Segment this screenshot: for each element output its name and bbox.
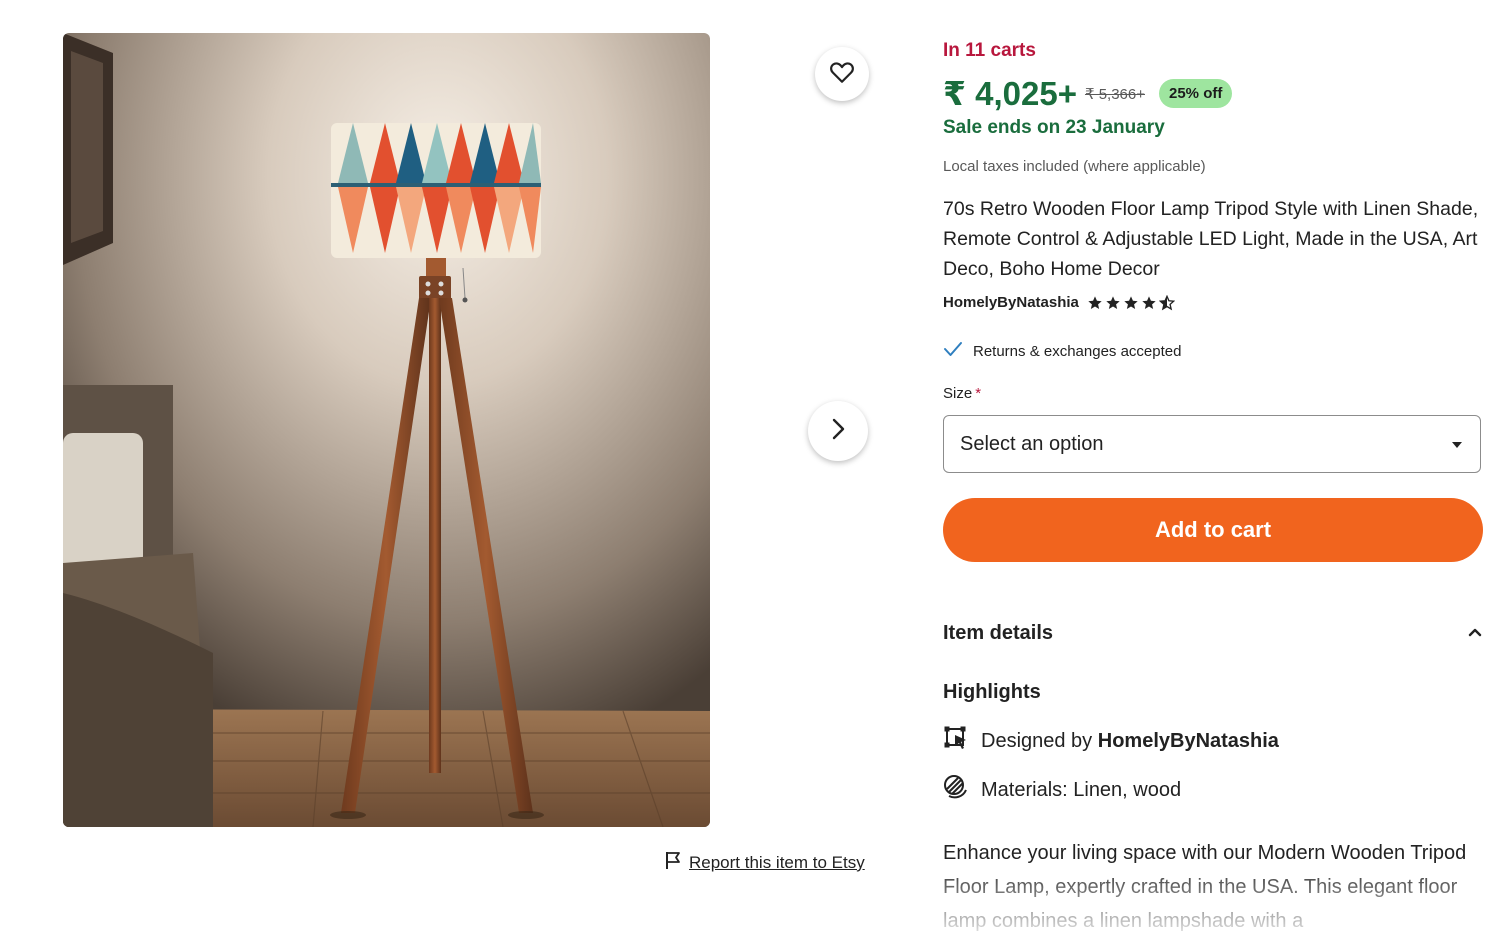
flag-icon	[663, 850, 683, 875]
price-row: ₹ 4,025+ ₹ 5,366+ 25% off	[943, 74, 1233, 113]
star-icon	[1124, 295, 1138, 309]
heart-icon	[829, 60, 855, 89]
item-details-heading: Item details	[943, 622, 1054, 644]
add-to-cart-button[interactable]: Add to cart	[943, 498, 1483, 562]
sale-ends-text: Sale ends on 23 January	[943, 117, 1165, 138]
shop-row: HomelyByNatashia	[943, 294, 1175, 311]
size-select-value: Select an option	[960, 432, 1104, 455]
star-rating[interactable]	[1087, 294, 1175, 311]
discount-badge: 25% off	[1159, 79, 1233, 108]
chevron-up-icon	[1467, 625, 1483, 643]
star-icon	[1088, 295, 1102, 309]
listing-title: 70s Retro Wooden Floor Lamp Tripod Style…	[943, 198, 1479, 280]
original-price: ₹ 5,366+	[1084, 85, 1145, 103]
designed-by-shop: HomelyByNatashia	[1097, 729, 1279, 752]
caret-down-icon	[1450, 433, 1464, 456]
returns-info: Returns & exchanges accepted	[943, 340, 1181, 362]
size-label: Size *	[943, 385, 981, 402]
item-description: Enhance your living space with our Moder…	[943, 842, 1467, 932]
next-image-button[interactable]	[808, 401, 868, 461]
designed-by-prefix: Designed by	[981, 729, 1093, 752]
returns-text: Returns & exchanges accepted	[973, 342, 1182, 360]
favorite-button[interactable]	[815, 47, 869, 101]
report-item-link[interactable]: Report this item to Etsy	[663, 850, 865, 875]
half-star-icon	[1158, 294, 1175, 310]
in-carts-text: In 11 carts	[943, 40, 1036, 61]
chevron-right-icon	[829, 416, 847, 447]
design-tool-icon	[943, 725, 969, 757]
materials-icon	[943, 774, 969, 806]
highlights-heading: Highlights	[943, 681, 1041, 703]
product-image[interactable]	[63, 33, 710, 827]
taxes-note: Local taxes included (where applicable)	[943, 158, 1206, 175]
shop-name-link[interactable]: HomelyByNatashia	[943, 294, 1079, 311]
star-icon	[1106, 295, 1120, 309]
report-item-label[interactable]: Report this item to Etsy	[689, 853, 865, 873]
materials-row: Materials: Linen, wood	[943, 774, 1181, 806]
designed-by-row: Designed by HomelyByNatashia	[943, 725, 1279, 757]
sale-price: ₹ 4,025+	[943, 75, 1077, 112]
required-mark: *	[975, 385, 982, 402]
checkmark-icon	[943, 340, 963, 362]
item-details-toggle[interactable]: Item details	[943, 622, 1483, 645]
size-select[interactable]: Select an option	[943, 415, 1481, 473]
star-icon	[1142, 295, 1156, 309]
materials-text: Materials: Linen, wood	[981, 778, 1182, 801]
size-label-text: Size	[943, 385, 973, 402]
